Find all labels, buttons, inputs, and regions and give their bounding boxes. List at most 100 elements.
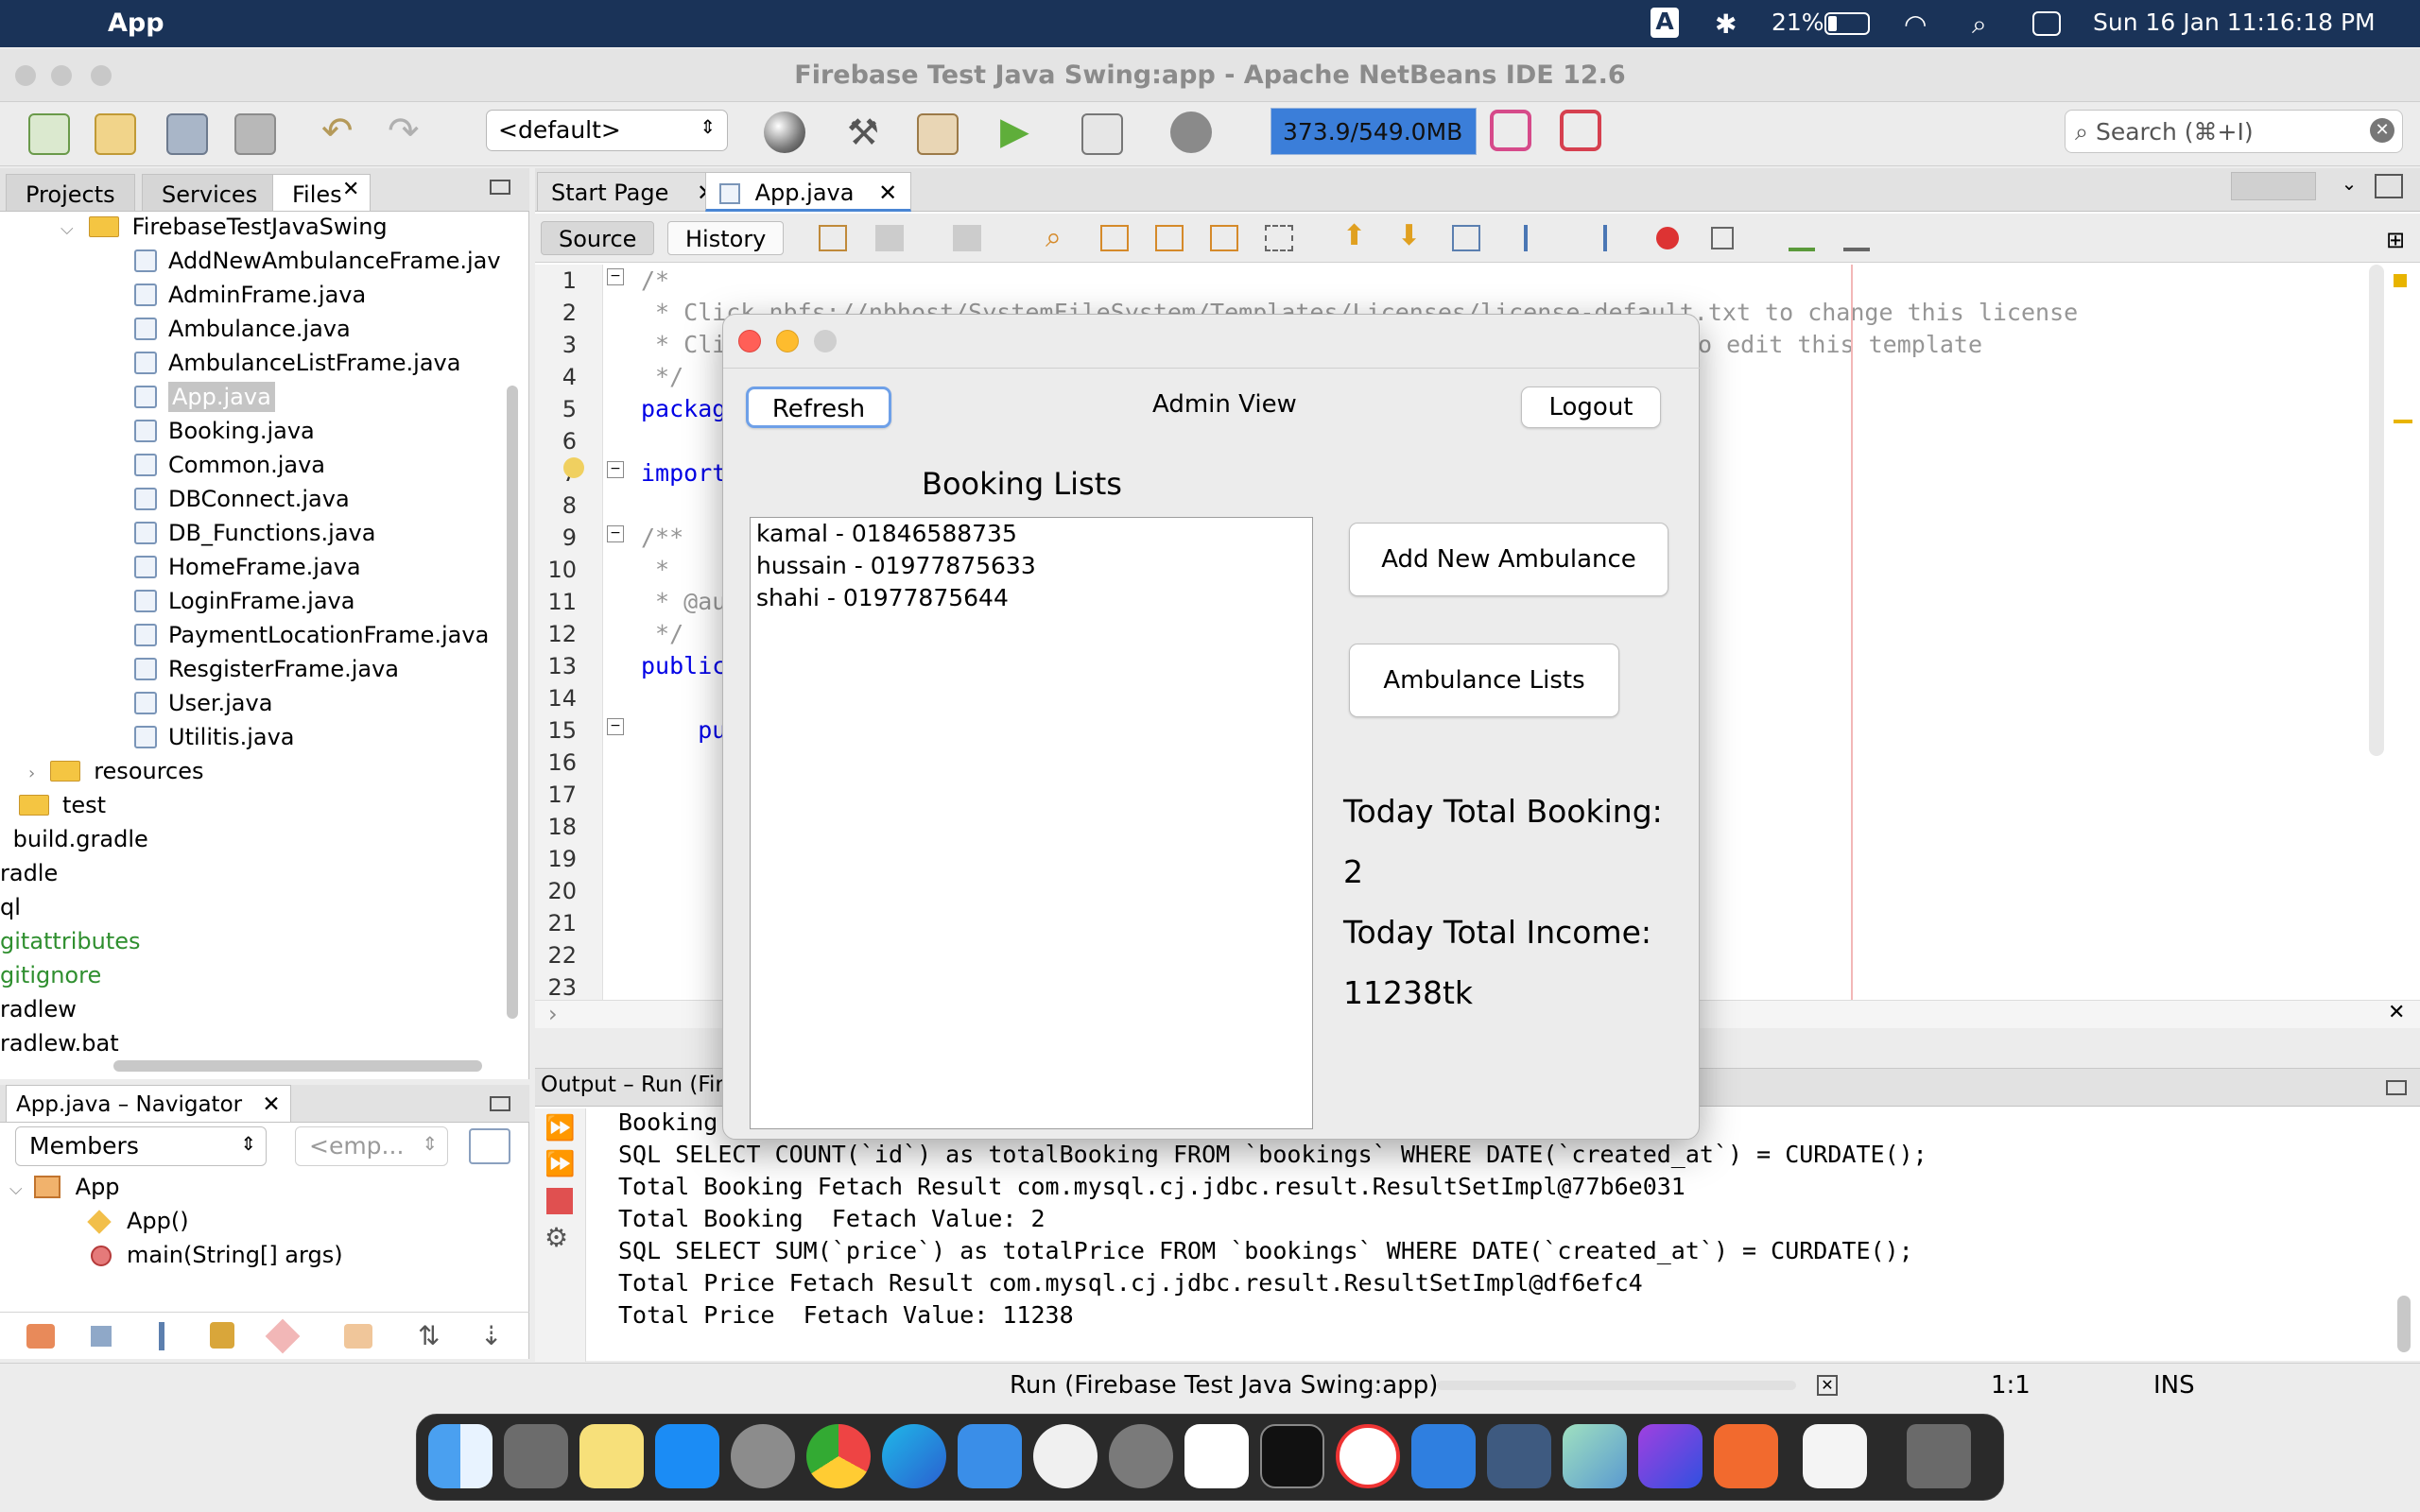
profiler-snapshot-icon[interactable] <box>1560 110 1601 151</box>
tab-output[interactable]: Output – Run (Fir <box>541 1073 724 1097</box>
tab-navigator[interactable]: App.java – Navigator ✕ <box>6 1085 291 1123</box>
shift-right-icon[interactable] <box>1579 225 1607 251</box>
output-scrollbar[interactable] <box>2397 1296 2411 1352</box>
minimize-panel-icon[interactable] <box>490 1096 510 1111</box>
editor-scrollbar[interactable] <box>2369 265 2384 756</box>
nav-method-item[interactable]: main(String[] args) <box>91 1238 343 1272</box>
tab-list-chevron-icon[interactable]: ⌄ <box>2335 172 2363 200</box>
tab-start-page[interactable]: Start Page ✕ <box>537 172 731 212</box>
dialog-zoom-button[interactable] <box>814 330 837 352</box>
tree-folder-root[interactable]: ⌵ FirebaseTestJavaSwing <box>60 210 388 244</box>
expand-arrow-icon[interactable]: ⌵ <box>60 219 74 239</box>
logout-button[interactable]: Logout <box>1521 387 1661 428</box>
next-bookmark-icon[interactable]: ⬇ <box>1397 219 1421 252</box>
app-store-icon[interactable] <box>655 1424 719 1488</box>
configuration-select[interactable]: <default> ⇕ <box>486 110 728 151</box>
tree-file-selected[interactable]: App.java <box>134 380 501 414</box>
tree-file[interactable]: ql <box>0 890 21 924</box>
rerun-with-args-icon[interactable]: ⏩ <box>544 1150 575 1178</box>
tree-file[interactable]: radle <box>0 856 58 890</box>
clear-search-icon[interactable]: ✕ <box>2370 118 2394 143</box>
tasks-icon[interactable] <box>1336 1424 1400 1488</box>
terminal-icon[interactable] <box>1260 1424 1324 1488</box>
tree-file[interactable]: User.java <box>134 686 501 720</box>
code-line[interactable]: public <box>641 650 726 682</box>
nav-class-item[interactable]: ⌵ App <box>9 1170 120 1204</box>
code-line[interactable]: * @au <box>641 586 726 618</box>
sequel-icon[interactable] <box>1487 1424 1551 1488</box>
code-line[interactable]: o edit this template <box>1698 329 1982 361</box>
xcode-icon[interactable] <box>958 1424 1022 1488</box>
java-app-icon[interactable] <box>1803 1424 1867 1488</box>
trash-icon[interactable] <box>1907 1424 1971 1488</box>
code-line[interactable]: import <box>641 457 726 490</box>
run-status-label[interactable]: Run (Firebase Test Java Swing:app) <box>1010 1371 1438 1400</box>
expand-arrow-icon[interactable]: › <box>28 764 35 783</box>
bluetooth-icon[interactable]: ✱ <box>1715 9 1737 40</box>
tree-file[interactable]: AmbulanceListFrame.java <box>134 346 501 380</box>
source-button[interactable]: Source <box>541 221 655 255</box>
filter-static-icon[interactable] <box>91 1326 112 1347</box>
vertical-scrollbar[interactable] <box>507 386 518 1019</box>
new-file-icon[interactable] <box>28 113 70 155</box>
comment-icon[interactable] <box>1789 225 1815 251</box>
ide-search-field[interactable]: ⌕ Search (⌘+I) ✕ <box>2065 110 2403 153</box>
undo-icon[interactable]: ↶ <box>321 110 354 153</box>
last-edit-icon[interactable] <box>819 225 847 251</box>
fold-icon[interactable]: − <box>607 461 624 478</box>
close-breadcrumb-icon[interactable]: ✕ <box>2388 1001 2405 1024</box>
filter-select[interactable]: <emp... ⇕ <box>295 1126 448 1166</box>
uncomment-icon[interactable] <box>1843 225 1870 251</box>
navigator-view-icon[interactable] <box>469 1128 510 1164</box>
split-editor-icon[interactable]: ⊞ <box>2386 227 2405 253</box>
control-center-icon[interactable] <box>2032 11 2061 36</box>
wifi-icon[interactable]: ◠ <box>1904 9 1927 40</box>
rect-selection-icon[interactable] <box>1265 225 1293 251</box>
code-line[interactable]: * <box>641 554 669 586</box>
filter-inner-classes-icon[interactable] <box>344 1324 372 1349</box>
stop-macro-icon[interactable] <box>1711 227 1734 249</box>
memory-usage-indicator[interactable]: 373.9/549.0MB <box>1270 108 1477 155</box>
launchpad-icon[interactable] <box>504 1424 568 1488</box>
new-project-icon[interactable] <box>95 113 136 155</box>
output-log[interactable]: Booking SQL SELECT COUNT(`id`) as totalB… <box>618 1107 1927 1332</box>
open-project-icon[interactable] <box>166 113 208 155</box>
fold-icon[interactable]: − <box>607 525 624 542</box>
tree-file[interactable]: gitignore <box>0 958 101 992</box>
tree-folder-test[interactable]: test <box>19 788 106 822</box>
system-preferences-icon[interactable] <box>731 1424 795 1488</box>
finder-icon[interactable] <box>428 1424 493 1488</box>
lock-icon[interactable] <box>210 1322 234 1349</box>
start-macro-icon[interactable] <box>1656 227 1679 249</box>
find-previous-icon[interactable] <box>1100 225 1129 251</box>
tree-file[interactable]: build.gradle <box>0 822 148 856</box>
tree-file[interactable]: ResgisterFrame.java <box>134 652 501 686</box>
simulator-icon[interactable] <box>1411 1424 1476 1488</box>
error-stripe-marker[interactable] <box>2394 274 2407 287</box>
spotlight-search-icon[interactable]: ⌕ <box>1972 9 1987 41</box>
phpstorm-icon[interactable] <box>1638 1424 1703 1488</box>
battery-icon[interactable] <box>1824 12 1870 35</box>
rerun-icon[interactable]: ⏩ <box>544 1114 575 1143</box>
code-line[interactable]: pu <box>641 714 726 747</box>
notes-icon[interactable] <box>579 1424 644 1488</box>
code-line[interactable]: /** <box>641 522 683 554</box>
tree-file[interactable]: Common.java <box>134 448 501 482</box>
tree-file[interactable]: LoginFrame.java <box>134 584 501 618</box>
profile-icon[interactable] <box>1170 112 1212 153</box>
add-new-ambulance-button[interactable]: Add New Ambulance <box>1349 523 1668 596</box>
tab-app-java[interactable]: App.java ✕ <box>705 172 912 212</box>
tree-file[interactable]: AdminFrame.java <box>134 278 501 312</box>
tree-file[interactable]: radlew.bat <box>0 1026 119 1060</box>
close-tab-icon[interactable]: ✕ <box>878 180 897 206</box>
dialog-minimize-button[interactable] <box>776 330 799 352</box>
app-menu[interactable]: App <box>108 9 164 38</box>
menubar-clock[interactable]: Sun 16 Jan 11:16:18 PM <box>2093 9 2376 36</box>
back-icon[interactable] <box>875 225 904 251</box>
android-studio-icon[interactable] <box>1033 1424 1098 1488</box>
tab-scroll-arrows[interactable] <box>2231 172 2316 200</box>
tree-file[interactable]: HomeFrame.java <box>134 550 501 584</box>
booking-list-item[interactable]: hussain - 01977875633 <box>751 550 1312 582</box>
save-all-icon[interactable] <box>234 113 276 155</box>
expand-arrow-icon[interactable]: ⌵ <box>9 1179 23 1199</box>
